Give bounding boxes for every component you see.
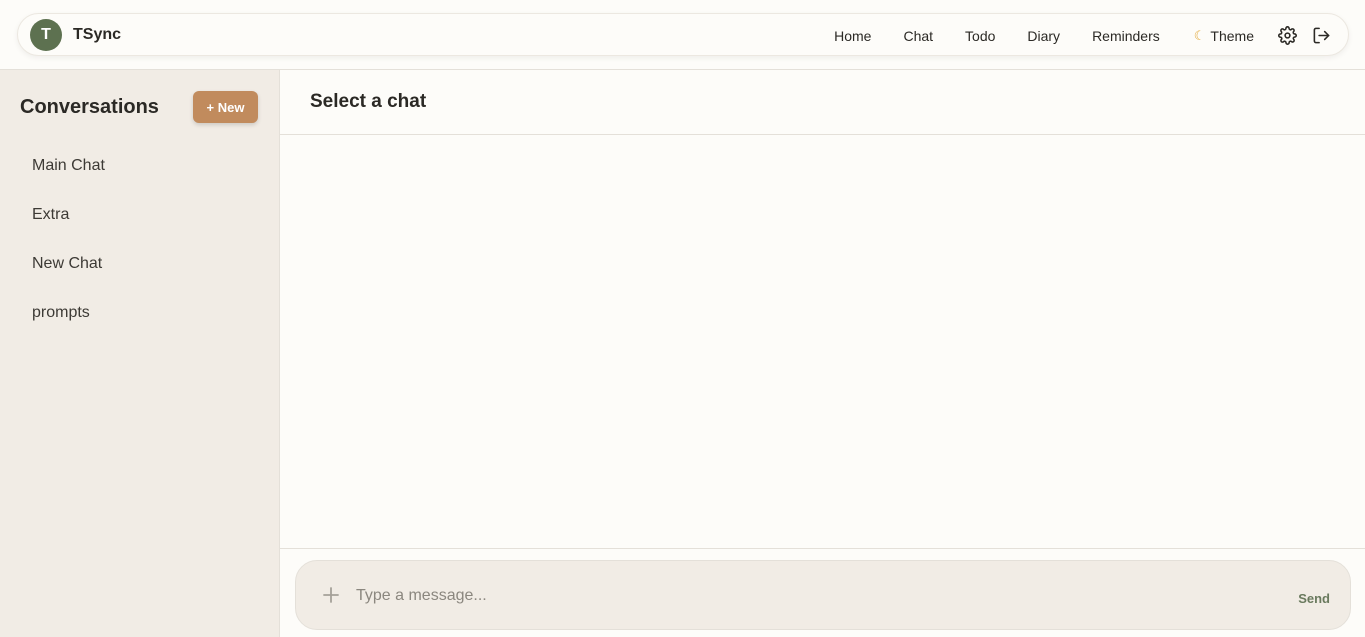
message-input[interactable] [356, 583, 1256, 609]
avatar[interactable]: T [30, 19, 62, 51]
conversation-item-prompts[interactable]: prompts [12, 292, 268, 341]
conversation-item-extra[interactable]: Extra [12, 194, 268, 243]
top-navigation: T TSync Home Chat Todo Diary Reminders ☾… [0, 0, 1365, 70]
theme-label: Theme [1210, 27, 1254, 44]
logout-button[interactable] [1304, 19, 1338, 53]
sidebar-title: Conversations [20, 96, 159, 118]
conversation-item-new-chat[interactable]: New Chat [12, 243, 268, 292]
theme-toggle-button[interactable]: ☾ Theme [1176, 28, 1270, 44]
app-name[interactable]: TSync [73, 26, 121, 44]
composer-area: Send [280, 548, 1365, 637]
chat-title: Select a chat [310, 91, 427, 112]
conversation-item-main-chat[interactable]: Main Chat [12, 145, 268, 194]
new-conversation-button[interactable]: + New [193, 91, 258, 123]
message-composer: Send [295, 560, 1351, 630]
message-area[interactable] [280, 135, 1365, 548]
send-button[interactable]: Send [1298, 591, 1330, 606]
nav-diary[interactable]: Diary [1011, 28, 1076, 44]
nav-chat[interactable]: Chat [887, 28, 949, 44]
moon-icon: ☾ [1193, 27, 1206, 43]
chat-panel: Select a chat Send [280, 70, 1365, 637]
conversation-list: Main Chat Extra New Chat prompts [12, 145, 268, 341]
chat-header: Select a chat [280, 70, 1365, 135]
logout-icon [1313, 27, 1329, 44]
nav-reminders[interactable]: Reminders [1076, 28, 1176, 44]
plus-icon[interactable] [318, 582, 344, 608]
navbar: T TSync Home Chat Todo Diary Reminders ☾… [17, 13, 1349, 56]
gear-icon [1277, 26, 1297, 45]
settings-button[interactable] [1270, 19, 1304, 53]
nav-home[interactable]: Home [818, 28, 887, 44]
conversations-sidebar: Conversations + New Main Chat Extra New … [0, 70, 280, 637]
nav-links: Home Chat Todo Diary Reminders ☾ Theme [818, 14, 1348, 57]
nav-todo[interactable]: Todo [949, 28, 1011, 44]
